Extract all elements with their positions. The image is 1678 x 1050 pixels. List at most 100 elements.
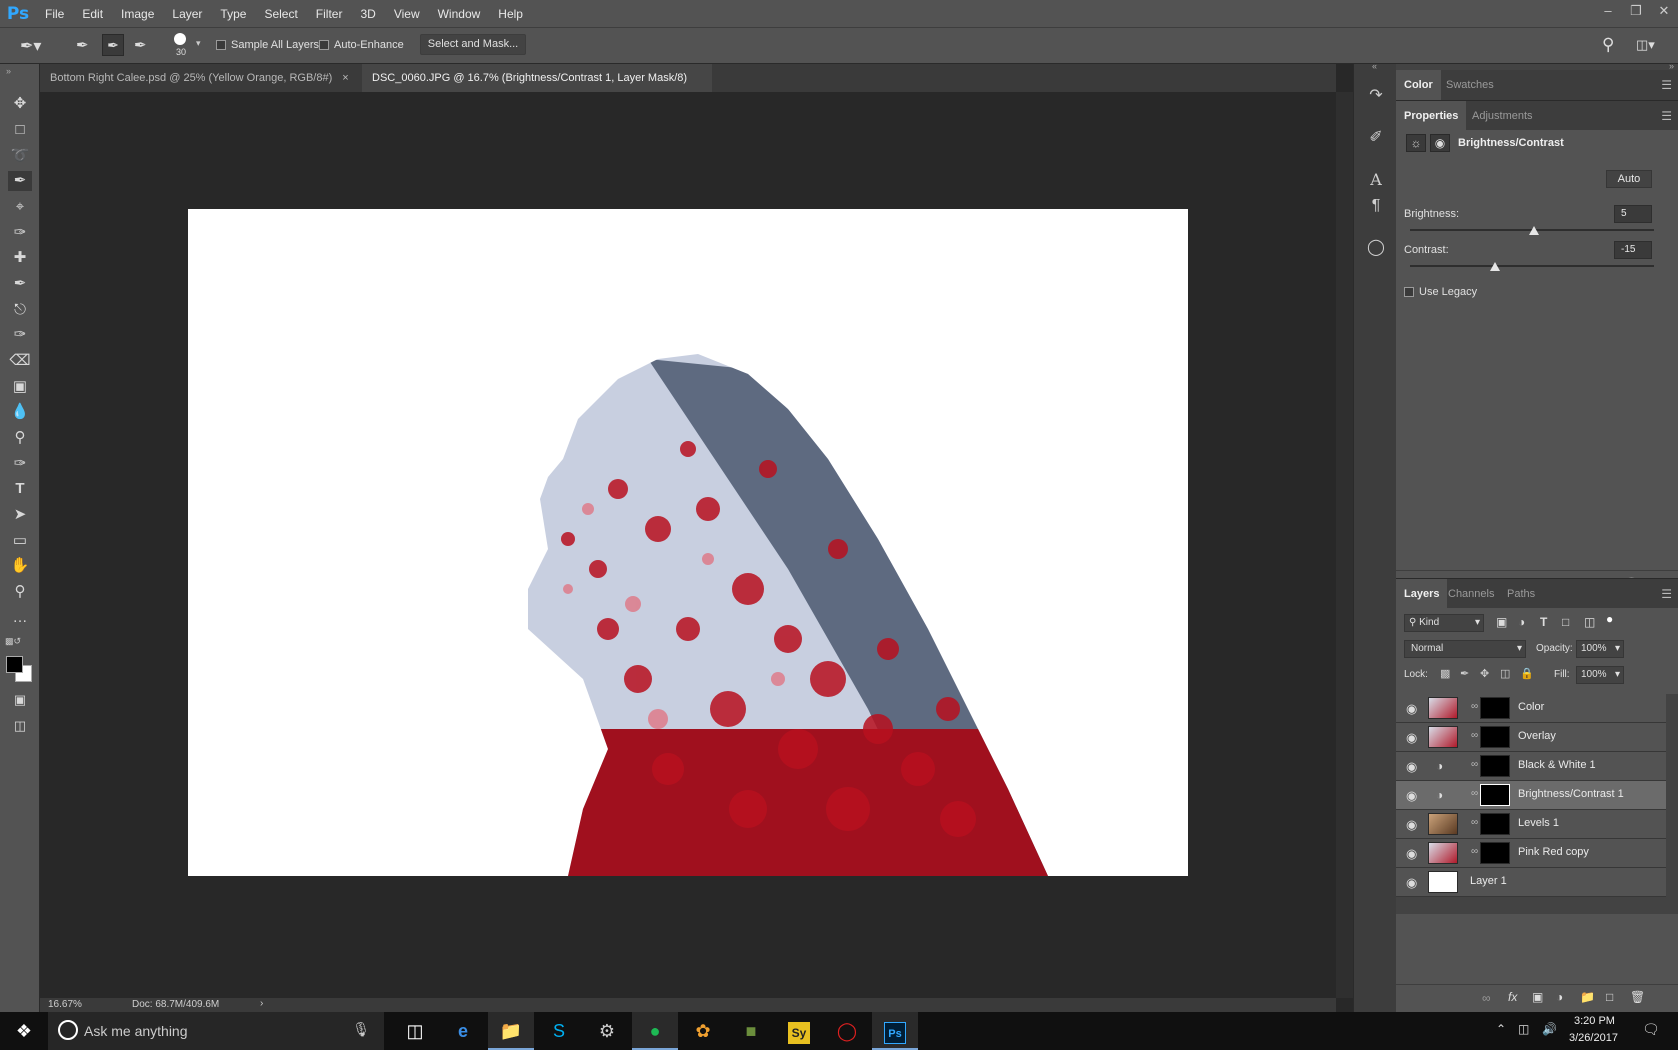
lock-artboard-icon[interactable]: ◫	[1500, 667, 1510, 680]
new-group-icon[interactable]: 📁	[1580, 990, 1595, 1004]
minecraft-icon[interactable]: ■	[728, 1012, 774, 1050]
opacity-input[interactable]: 100% ▾	[1576, 640, 1624, 658]
paragraph-icon[interactable]: ¶	[1365, 196, 1387, 216]
select-and-mask-button[interactable]: Select and Mask...	[420, 34, 526, 55]
layer-name[interactable]: Color	[1518, 701, 1544, 713]
doc-tab-active[interactable]: DSC_0060.JPG @ 16.7% (Brightness/Contras…	[362, 64, 712, 112]
menu-edit[interactable]: Edit	[73, 7, 112, 21]
filter-toggle-icon[interactable]: ●	[1606, 612, 1613, 626]
gradient-icon[interactable]: ▣	[8, 377, 32, 397]
history-brush-icon[interactable]: ✑	[8, 325, 32, 345]
dodge-icon[interactable]: ⚲	[8, 428, 32, 448]
network-icon[interactable]: ◫	[1518, 1022, 1529, 1036]
eye-icon[interactable]: ◉	[1406, 759, 1417, 775]
tab-channels[interactable]: Channels	[1448, 579, 1494, 609]
brightness-input[interactable]: 5	[1614, 205, 1652, 223]
panel-menu-icon[interactable]: ☰	[1661, 587, 1672, 601]
tab-swatches[interactable]: Swatches	[1446, 70, 1494, 100]
vertical-scrollbar[interactable]	[1336, 92, 1353, 998]
workspace-icon[interactable]: ◫▾	[1636, 37, 1655, 53]
auto-enhance-checkbox[interactable]	[319, 40, 329, 51]
layer-name[interactable]: Brightness/Contrast 1	[1518, 788, 1624, 800]
subtract-from-selection-icon[interactable]: ✒	[134, 36, 147, 54]
lock-transparent-icon[interactable]: ▩	[1440, 667, 1450, 680]
character-icon[interactable]: A	[1365, 170, 1387, 190]
adjustment-filter-icon[interactable]: ◑	[1518, 615, 1525, 629]
marquee-icon[interactable]: □	[8, 120, 32, 140]
fx-icon[interactable]: fx	[1508, 990, 1517, 1004]
lock-position-icon[interactable]: ✥	[1480, 667, 1489, 680]
layer-row[interactable]: ◉ ∞ Overlay	[1396, 723, 1666, 752]
layer-mask-thumbnail[interactable]	[1480, 784, 1510, 806]
link-icon[interactable]: ∞	[1471, 730, 1478, 741]
move-icon[interactable]: ✥	[8, 94, 32, 114]
menu-help[interactable]: Help	[489, 7, 532, 21]
layer-name[interactable]: Pink Red copy	[1518, 846, 1589, 858]
menu-select[interactable]: Select	[255, 7, 306, 21]
fill-input[interactable]: 100% ▾	[1576, 666, 1624, 684]
search-icon[interactable]: ⚲	[1602, 35, 1614, 55]
menu-3d[interactable]: 3D	[351, 7, 384, 21]
edge-icon[interactable]: e	[440, 1012, 486, 1050]
fl-studio-icon[interactable]: ✿	[680, 1012, 726, 1050]
layer-name[interactable]: Levels 1	[1518, 817, 1559, 829]
quick-mask-icon[interactable]: ▣	[8, 690, 32, 710]
eye-icon[interactable]: ◉	[1406, 701, 1417, 717]
contrast-slider-thumb[interactable]	[1490, 262, 1501, 271]
lock-all-icon[interactable]: 🔒	[1520, 667, 1534, 680]
close-tab-icon[interactable]: ×	[342, 72, 348, 84]
sy-app-icon[interactable]: Sy	[776, 1012, 822, 1050]
eye-icon[interactable]: ◉	[1406, 788, 1417, 804]
crop-icon[interactable]: ⌖	[8, 197, 32, 217]
auto-enhance[interactable]: Auto-Enhance	[319, 39, 404, 51]
layer-row[interactable]: ◉ Layer 1	[1396, 868, 1666, 897]
sample-all-layers-checkbox[interactable]	[216, 40, 226, 51]
microphone-icon[interactable]: 🎙	[352, 1021, 370, 1038]
chevron-down-icon[interactable]: ▾	[196, 38, 201, 49]
tab-layers[interactable]: Layers	[1396, 579, 1448, 609]
brush-preview-icon[interactable]	[174, 33, 186, 45]
brush-settings-icon[interactable]: ✐	[1365, 128, 1387, 148]
add-to-selection-icon[interactable]: ✒	[102, 34, 124, 56]
default-colors-icon[interactable]: ▩↺	[5, 636, 21, 647]
steam-icon[interactable]: ⚙	[584, 1012, 630, 1050]
use-legacy[interactable]: Use Legacy	[1404, 286, 1477, 298]
new-adjustment-icon[interactable]: ◑	[1556, 990, 1563, 1004]
lock-pixels-icon[interactable]: ✒	[1460, 667, 1469, 680]
eye-icon[interactable]: ◉	[1406, 846, 1417, 862]
contrast-input[interactable]: -15	[1614, 241, 1652, 259]
cortana-search[interactable]: Ask me anything 🎙	[48, 1012, 384, 1050]
sample-all-layers[interactable]: Sample All Layers	[216, 39, 319, 51]
link-layers-icon[interactable]: ∞	[1482, 991, 1491, 1005]
chevron-up-icon[interactable]: ⌃	[1496, 1022, 1506, 1036]
file-explorer-icon[interactable]: 📁	[488, 1012, 534, 1050]
layer-row-selected[interactable]: ◉ ◑ ∞ Brightness/Contrast 1	[1396, 781, 1666, 810]
type-icon[interactable]: T	[8, 479, 32, 499]
layer-mask-thumbnail[interactable]	[1480, 813, 1510, 835]
clock-date[interactable]: 3/26/2017	[1569, 1032, 1618, 1044]
collapse-icon[interactable]: »	[6, 66, 11, 76]
restore-icon[interactable]: ❐	[1622, 0, 1650, 22]
link-icon[interactable]: ∞	[1471, 759, 1478, 770]
eye-icon[interactable]: ◉	[1406, 817, 1417, 833]
layer-mask-thumbnail[interactable]	[1480, 842, 1510, 864]
menu-filter[interactable]: Filter	[307, 7, 352, 21]
path-selection-icon[interactable]: ➤	[8, 505, 32, 525]
layer-name[interactable]: Layer 1	[1470, 875, 1507, 887]
screen-mode-icon[interactable]: ◫	[8, 716, 32, 736]
rectangle-icon[interactable]: ▭	[8, 531, 32, 551]
hand-icon[interactable]: ✋	[8, 556, 32, 576]
eye-icon[interactable]: ◉	[1406, 730, 1417, 746]
trash-icon[interactable]: 🗑	[1630, 990, 1645, 1004]
quick-selection-icon[interactable]: ✒	[8, 171, 32, 191]
layer-filter-kind[interactable]: ⚲ Kind ▾	[1404, 614, 1484, 632]
eraser-icon[interactable]: ⌫	[8, 351, 32, 371]
mask-icon[interactable]: ◉	[1430, 134, 1450, 152]
eyedropper-icon[interactable]: ✑	[8, 223, 32, 243]
menu-file[interactable]: File	[36, 7, 73, 21]
zoom-icon[interactable]: ⚲	[8, 582, 32, 602]
layer-name[interactable]: Black & White 1	[1518, 759, 1596, 771]
tab-paths[interactable]: Paths	[1507, 579, 1535, 609]
close-icon[interactable]: ✕	[1650, 0, 1678, 22]
pixel-filter-icon[interactable]: ▣	[1496, 615, 1507, 629]
